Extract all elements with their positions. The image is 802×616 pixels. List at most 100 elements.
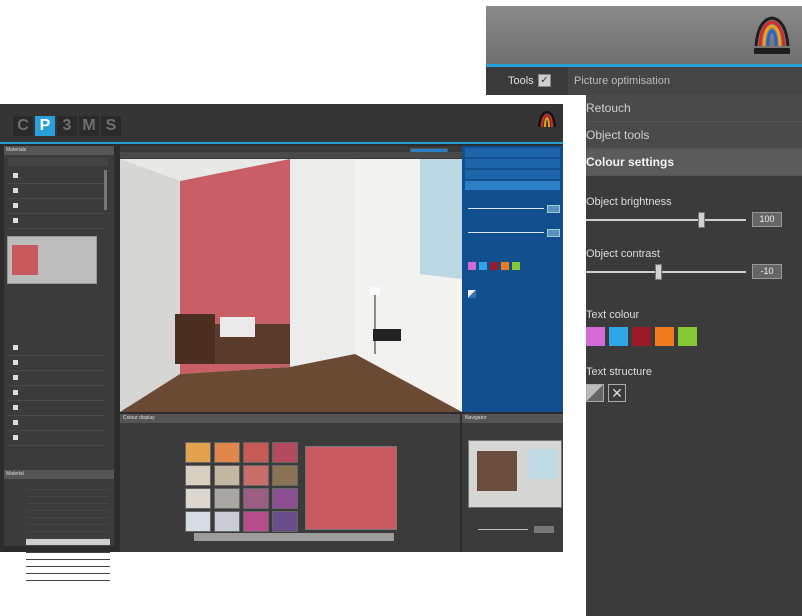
palette-tile[interactable] — [214, 488, 240, 509]
structure-remove-icon[interactable]: ✕ — [608, 384, 626, 402]
materials-list-item[interactable] — [26, 497, 110, 504]
rp-structure-icon[interactable] — [468, 290, 476, 298]
palette-tile[interactable] — [243, 511, 269, 532]
logo-letter-m: M — [79, 116, 99, 136]
logo-letter-3: 3 — [57, 116, 77, 136]
selected-item-card[interactable] — [7, 236, 97, 284]
rp-swatch[interactable] — [501, 262, 509, 270]
materials-list-item[interactable] — [26, 490, 110, 497]
contrast-value[interactable]: -10 — [752, 264, 782, 279]
brightness-value[interactable]: 100 — [752, 212, 782, 227]
palette-scrollbar[interactable] — [194, 533, 394, 541]
colour-swatch-blue[interactable] — [609, 327, 628, 346]
materials-list-item[interactable] — [26, 560, 110, 567]
tools-row: Tools ✓ Picture optimisation — [486, 67, 802, 95]
list-item[interactable] — [8, 170, 104, 184]
palette-tile[interactable] — [272, 488, 298, 509]
main-application-window: C P 3 M S Materials Material Colour disp… — [0, 104, 563, 581]
colour-swatch-red[interactable] — [632, 327, 651, 346]
rp-swatch[interactable] — [479, 262, 487, 270]
settings-panel — [462, 146, 563, 412]
palette-tile[interactable] — [243, 488, 269, 509]
contrast-slider[interactable] — [586, 271, 746, 273]
list-item[interactable] — [8, 357, 104, 371]
caparol-logo — [754, 16, 790, 54]
palette-tile[interactable] — [272, 442, 298, 463]
palette-tile[interactable] — [272, 511, 298, 532]
materials-list-item[interactable] — [26, 574, 110, 581]
materials-list-item[interactable] — [26, 539, 110, 546]
settings-side-panel: Retouch Object tools Colour settings Obj… — [586, 95, 802, 616]
rp-section[interactable] — [465, 159, 560, 168]
list-item[interactable] — [8, 417, 104, 431]
rp-section-active[interactable] — [465, 181, 560, 190]
materials-list-item[interactable] — [26, 483, 110, 490]
header-accent-line — [0, 142, 563, 144]
list-item[interactable] — [8, 432, 104, 446]
selected-material-thumbnail — [12, 245, 38, 275]
zoom-value[interactable] — [534, 526, 554, 533]
tools-label: Tools — [508, 75, 534, 87]
contrast-slider-knob[interactable] — [655, 264, 662, 280]
rp-brightness-value[interactable] — [547, 205, 560, 213]
room-visualisation-viewport[interactable] — [120, 159, 462, 412]
palette-tile[interactable] — [185, 511, 211, 532]
brightness-slider-knob[interactable] — [698, 212, 706, 228]
logo-letter-p: P — [35, 116, 55, 136]
list-item[interactable] — [8, 342, 104, 356]
rp-swatch[interactable] — [490, 262, 498, 270]
list-item[interactable] — [8, 200, 104, 214]
materials-list-item[interactable] — [26, 532, 110, 539]
palette-tile[interactable] — [272, 465, 298, 486]
materials-list-item[interactable] — [26, 553, 110, 560]
left-panel: Materials Material — [4, 146, 114, 581]
palette-tile[interactable] — [214, 511, 240, 532]
rp-swatch[interactable] — [512, 262, 520, 270]
brightness-label: Object brightness — [586, 196, 672, 208]
rp-contrast-slider[interactable] — [468, 232, 544, 233]
materials-list-item[interactable] — [26, 504, 110, 511]
left-panel-scrollbar[interactable] — [104, 170, 107, 210]
materials-list-item[interactable] — [26, 525, 110, 532]
list-item[interactable] — [8, 185, 104, 199]
rp-swatch[interactable] — [468, 262, 476, 270]
rp-section[interactable] — [465, 170, 560, 179]
palette-tile[interactable] — [243, 442, 269, 463]
tab-picture-optimisation[interactable]: Picture optimisation — [568, 67, 802, 95]
colour-swatch-pink[interactable] — [586, 327, 605, 346]
tools-checkbox[interactable]: ✓ — [538, 74, 551, 87]
palette-tile[interactable] — [243, 465, 269, 486]
rp-colour-swatches — [468, 262, 548, 272]
section-colour-settings[interactable]: Colour settings — [586, 149, 802, 176]
palette-tile[interactable] — [214, 442, 240, 463]
colour-swatch-orange[interactable] — [655, 327, 674, 346]
section-retouch[interactable]: Retouch — [586, 95, 802, 122]
section-object-tools[interactable]: Object tools — [586, 122, 802, 149]
rp-section[interactable] — [465, 148, 560, 157]
materials-list-item[interactable] — [26, 567, 110, 574]
list-item[interactable] — [8, 402, 104, 416]
contrast-label: Object contrast — [586, 248, 660, 260]
palette-tile[interactable] — [185, 442, 211, 463]
rp-contrast-value[interactable] — [547, 229, 560, 237]
navigator-thumbnail[interactable] — [468, 440, 562, 508]
palette-tile[interactable] — [185, 488, 211, 509]
zoom-slider[interactable] — [478, 529, 528, 530]
left-panel-toolbar[interactable] — [8, 158, 108, 166]
materials-list-item[interactable] — [26, 518, 110, 525]
colour-swatch-green[interactable] — [678, 327, 697, 346]
materials-list-item[interactable] — [26, 511, 110, 518]
window-header: C P 3 M S — [0, 104, 563, 142]
colour-display-title: Colour display — [120, 414, 460, 423]
palette-tile[interactable] — [214, 465, 240, 486]
rp-brightness-slider[interactable] — [468, 208, 544, 209]
room-scene — [120, 159, 462, 412]
list-item[interactable] — [8, 387, 104, 401]
list-item[interactable] — [8, 215, 104, 229]
materials-list-item[interactable] — [26, 546, 110, 553]
brightness-slider[interactable] — [586, 219, 746, 221]
materials-panel-title: Material — [4, 470, 114, 479]
list-item[interactable] — [8, 372, 104, 386]
palette-tile[interactable] — [185, 465, 211, 486]
structure-pattern-icon[interactable] — [586, 384, 604, 402]
